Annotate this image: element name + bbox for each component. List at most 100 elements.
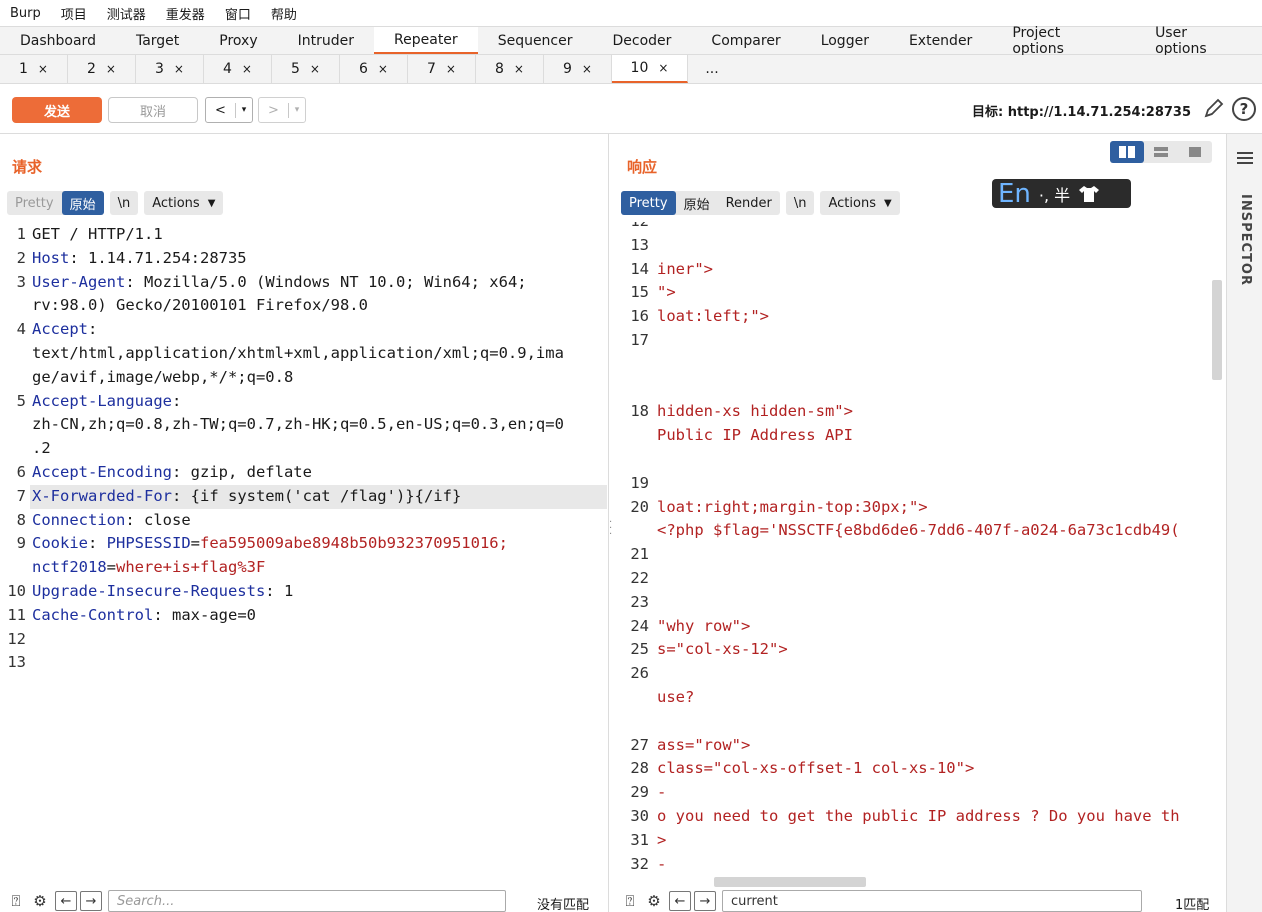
response-line: class="col-xs-offset-1 col-xs-10"> [657, 759, 975, 778]
tab-sequencer[interactable]: Sequencer [478, 27, 593, 54]
repeater-tab-6[interactable]: 6 × [340, 55, 408, 83]
line-number: 27 [630, 735, 649, 754]
chevron-down-icon[interactable]: ▾ [236, 105, 252, 115]
response-line: - [657, 783, 667, 802]
layout-tabs-button[interactable] [1178, 141, 1212, 163]
tab-project-options[interactable]: Project options [992, 25, 1135, 57]
menu-item-1[interactable]: 项目 [51, 4, 97, 23]
pencil-icon[interactable] [1202, 96, 1226, 120]
response-line: iner"> [657, 259, 713, 278]
actions-label: Actions [828, 195, 876, 211]
repeater-tab-1[interactable]: 1 × [0, 55, 68, 83]
close-icon[interactable]: × [310, 62, 320, 76]
repeater-tab-4[interactable]: 4 × [204, 55, 272, 83]
header-separator: : [171, 486, 191, 505]
tab-logger[interactable]: Logger [801, 27, 889, 54]
header-separator: : [265, 582, 284, 600]
tab-pretty[interactable]: Pretty [621, 191, 676, 215]
header-value: Mozilla/5.0 (Windows NT 10.0; Win64; x64… [144, 272, 527, 291]
repeater-tab-3[interactable]: 3 × [136, 55, 204, 83]
inspector-sidebar[interactable]: INSPECTOR [1226, 134, 1262, 912]
gear-icon[interactable]: ⚙ [28, 890, 52, 912]
response-search-input[interactable] [722, 890, 1142, 912]
repeater-tab-8[interactable]: 8 × [476, 55, 544, 83]
layout-split-vertical-button[interactable] [1144, 141, 1178, 163]
close-icon[interactable]: × [174, 62, 184, 76]
drag-handle-icon[interactable]: · · · [609, 518, 613, 540]
response-actions-dropdown[interactable]: Actions ▼ [820, 191, 900, 215]
help-icon[interactable]: ⍰ [4, 890, 28, 912]
next-match-button[interactable]: → [80, 891, 102, 911]
line-number: 11 [7, 605, 26, 624]
tab-intruder[interactable]: Intruder [278, 27, 374, 54]
help-icon[interactable]: ? [1232, 97, 1256, 121]
more-tabs-button[interactable]: ... [688, 55, 736, 83]
layout-split-horizontal-button[interactable] [1110, 141, 1144, 163]
header-separator: : [171, 463, 191, 481]
vertical-scrollbar[interactable] [1212, 280, 1222, 380]
menu-item-0[interactable]: Burp [0, 6, 51, 21]
close-icon[interactable]: × [514, 62, 524, 76]
menu-item-3[interactable]: 重发器 [156, 4, 215, 23]
close-icon[interactable]: × [658, 61, 668, 75]
line-number: 5 [16, 391, 26, 410]
menu-item-4[interactable]: 窗口 [215, 4, 261, 23]
tab-raw[interactable]: 原始 [676, 191, 718, 215]
tab-target[interactable]: Target [116, 27, 199, 54]
send-button[interactable]: 发送 [12, 97, 102, 123]
tab-proxy[interactable]: Proxy [199, 27, 277, 54]
close-icon[interactable]: × [446, 62, 456, 76]
response-search-bar: ⍰ ⚙ ← → [618, 890, 1142, 912]
header-value: gzip, deflate [190, 463, 312, 481]
cancel-button[interactable]: 取消 [108, 97, 198, 123]
request-editor[interactable]: 1 2 3 4 5 6 7 8 9 10 11 12 13 GET / HTTP/1.1 Host: 1.1… [0, 223, 607, 883]
line-number: 13 [630, 235, 649, 254]
tab-raw[interactable]: 原始 [61, 191, 104, 215]
menu-item-2[interactable]: 测试器 [97, 4, 156, 23]
line-number: 23 [630, 592, 649, 611]
line-number: 18 [630, 402, 649, 421]
tab-decoder[interactable]: Decoder [593, 27, 692, 54]
tab-comparer[interactable]: Comparer [691, 27, 800, 54]
tab-dashboard[interactable]: Dashboard [0, 27, 116, 54]
menu-item-5[interactable]: 帮助 [261, 4, 307, 23]
help-icon[interactable]: ⍰ [618, 890, 642, 912]
menu-icon[interactable] [1237, 152, 1253, 167]
chevron-down-icon[interactable]: ▾ [289, 105, 305, 115]
line-number: 10 [7, 582, 26, 600]
newline-toggle[interactable]: \n [109, 191, 139, 215]
request-search-input[interactable] [108, 890, 506, 912]
repeater-tab-2[interactable]: 2 × [68, 55, 136, 83]
close-icon[interactable]: × [582, 62, 592, 76]
menu-bar: Burp 项目 测试器 重发器 窗口 帮助 [0, 0, 1262, 26]
tab-render[interactable]: Render [718, 191, 780, 215]
tab-repeater[interactable]: Repeater [374, 27, 478, 54]
history-forward-button[interactable]: > ▾ [258, 97, 306, 123]
header-value: zh-CN,zh;q=0.8,zh-TW;q=0.7,zh-HK;q=0.5,e… [32, 415, 564, 434]
previous-match-button[interactable]: ← [55, 891, 77, 911]
history-back-button[interactable]: < ▾ [205, 97, 253, 123]
gear-icon[interactable]: ⚙ [642, 890, 666, 912]
close-icon[interactable]: × [106, 62, 116, 76]
close-icon[interactable]: × [242, 62, 252, 76]
response-viewer[interactable]: 1213 14 iner"> 15 "> 16 loat:left;"> 17 18 hidden… [621, 222, 1211, 877]
repeater-tab-5[interactable]: 5 × [272, 55, 340, 83]
horizontal-scrollbar[interactable] [714, 877, 866, 887]
tab-pretty[interactable]: Pretty [7, 191, 62, 215]
line-number: 19 [630, 473, 649, 492]
cookie-value: fea595009abe8948b50b932370951016; [200, 534, 508, 553]
repeater-tab-9[interactable]: 9 × [544, 55, 612, 83]
tab-user-options[interactable]: User options [1135, 25, 1262, 57]
close-icon[interactable]: × [378, 62, 388, 76]
tab-extender[interactable]: Extender [889, 27, 992, 54]
next-match-button[interactable]: → [694, 891, 716, 911]
close-icon[interactable]: × [38, 62, 48, 76]
newline-toggle[interactable]: \n [785, 191, 815, 215]
repeater-tab-7[interactable]: 7 × [408, 55, 476, 83]
response-line: Public IP Address API [657, 426, 853, 445]
chevron-down-icon: ▼ [883, 197, 892, 209]
response-line: > [657, 830, 667, 849]
request-actions-dropdown[interactable]: Actions ▼ [144, 191, 224, 215]
previous-match-button[interactable]: ← [669, 891, 691, 911]
repeater-tab-10[interactable]: 10 × [612, 55, 688, 83]
